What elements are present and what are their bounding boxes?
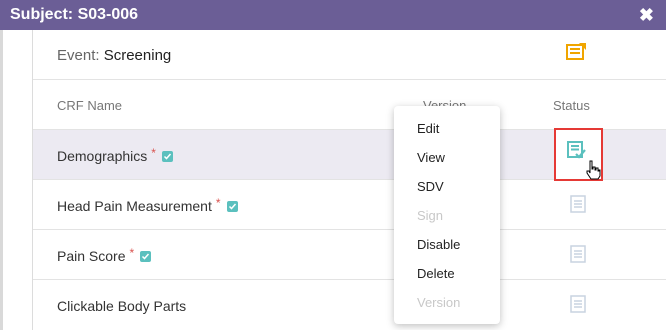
menu-item-edit[interactable]: Edit [417, 121, 439, 136]
crf-name: Head Pain Measurement [57, 198, 212, 214]
table-row[interactable]: Pain Score * [33, 230, 666, 280]
event-notes-icon[interactable] [565, 41, 587, 63]
required-marker: * [215, 196, 221, 210]
verified-check-icon [226, 200, 238, 212]
form-complete-icon[interactable] [566, 140, 586, 160]
event-label: Event: [57, 47, 100, 64]
verified-check-icon [161, 150, 173, 162]
form-blank-icon[interactable] [568, 194, 588, 214]
event-row: Event: Screening [33, 30, 666, 80]
crf-name-cell: Clickable Body Parts [57, 298, 186, 314]
menu-item-version: Version [417, 295, 461, 310]
table-header-row: CRF Name Version Status [33, 80, 666, 130]
required-marker: * [151, 146, 156, 160]
required-marker: * [129, 246, 135, 260]
table-row[interactable]: Head Pain Measurement * [33, 180, 666, 230]
verified-check-icon [140, 250, 152, 262]
form-blank-icon[interactable] [568, 294, 588, 314]
row-context-menu: Edit View SDV Sign Disable Delete Versio… [394, 106, 500, 324]
close-icon[interactable]: ✖ [639, 6, 654, 24]
column-header-crf-name: CRF Name [57, 98, 123, 113]
crf-name: Clickable Body Parts [57, 298, 187, 314]
window-titlebar: Subject: S03-006 ✖ [0, 0, 666, 30]
window-title: Subject: S03-006 [10, 6, 139, 23]
menu-item-disable[interactable]: Disable [417, 237, 460, 252]
form-blank-icon[interactable] [568, 244, 588, 264]
event-value: Screening [103, 47, 172, 64]
menu-item-delete[interactable]: Delete [417, 266, 455, 281]
menu-item-view[interactable]: View [417, 150, 445, 165]
menu-item-sign: Sign [417, 208, 444, 223]
menu-item-sdv[interactable]: SDV [417, 179, 444, 194]
crf-name-cell: Pain Score * [57, 246, 152, 264]
crf-name-cell: Head Pain Measurement * [57, 196, 238, 214]
event-heading: Event: Screening [57, 47, 171, 64]
hand-pointer-cursor-icon [586, 160, 601, 180]
column-header-status: Status [553, 98, 590, 113]
table-row[interactable]: Clickable Body Parts [33, 280, 666, 330]
crf-name-cell: Demographics * [57, 146, 173, 164]
crf-name: Demographics [57, 148, 148, 164]
left-strip [0, 30, 3, 330]
crf-name: Pain Score [57, 248, 126, 264]
